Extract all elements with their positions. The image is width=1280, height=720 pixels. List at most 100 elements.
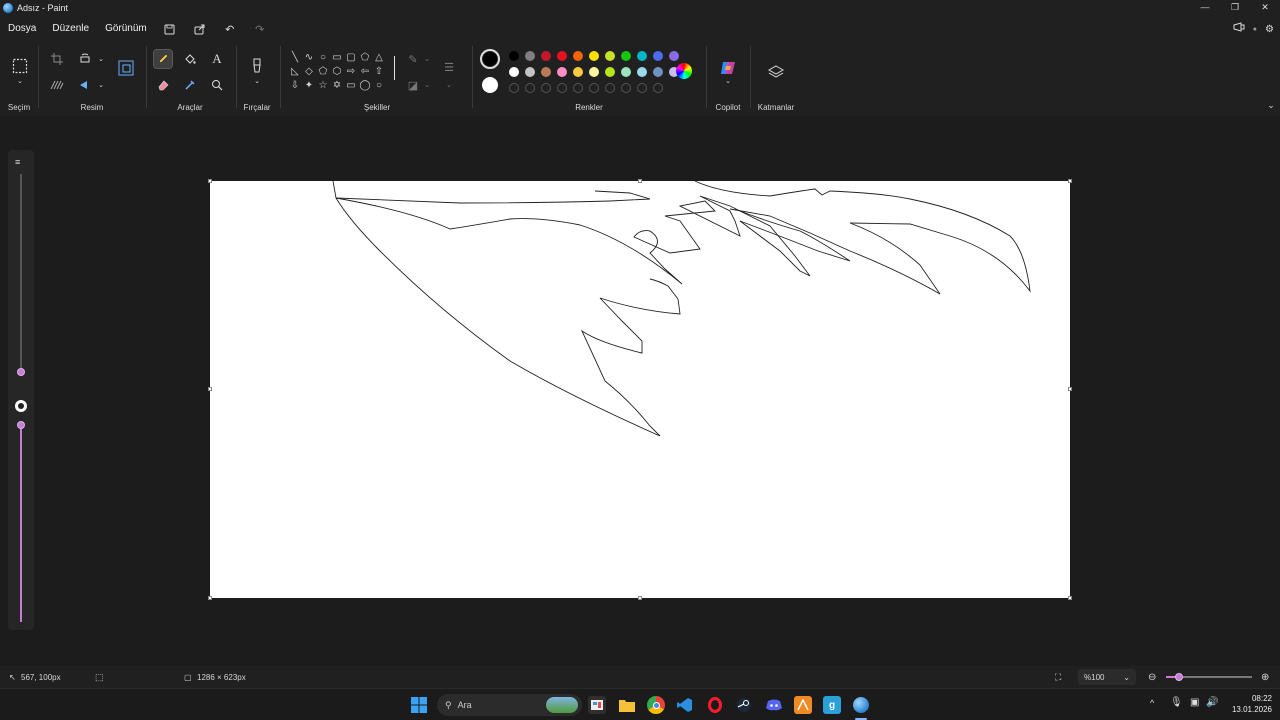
size-slider-track[interactable] xyxy=(20,174,22,372)
zoom-dropdown[interactable]: %100 ⌄ xyxy=(1078,669,1136,685)
custom-color-slot[interactable] xyxy=(653,83,663,93)
background-remove-icon[interactable] xyxy=(48,76,66,94)
diamond-shape-icon[interactable]: ◇ xyxy=(302,64,316,78)
rounded-rectangle-shape-icon[interactable]: ▢ xyxy=(344,50,358,64)
rectangle-shape-icon[interactable]: ▭ xyxy=(330,50,344,64)
resize-handle-bottom[interactable] xyxy=(638,596,642,600)
app-a-icon[interactable] xyxy=(794,696,812,714)
fit-to-window-icon[interactable]: ⛶ xyxy=(1055,672,1061,683)
zoom-slider-thumb[interactable] xyxy=(1175,673,1183,681)
custom-color-slot[interactable] xyxy=(637,83,647,93)
edit-colors-icon[interactable] xyxy=(676,63,692,79)
steam-icon[interactable] xyxy=(735,696,753,714)
size-icon[interactable]: ☰ xyxy=(440,58,458,76)
opacity-slider-track[interactable] xyxy=(20,422,22,622)
pentagon-shape-icon[interactable]: ⬠ xyxy=(316,64,330,78)
color-swatch[interactable] xyxy=(637,51,647,61)
color-swatch[interactable] xyxy=(557,51,567,61)
eraser-icon[interactable] xyxy=(154,76,172,94)
color-swatch[interactable] xyxy=(525,67,535,77)
rectangle-select-icon[interactable] xyxy=(10,56,30,76)
feedback-icon[interactable] xyxy=(1233,22,1245,36)
callout-rect-shape-icon[interactable]: ▭ xyxy=(344,78,358,92)
account-icon[interactable]: ● xyxy=(1253,26,1257,33)
volume-icon[interactable]: 🔊 xyxy=(1206,697,1218,708)
color-swatch[interactable] xyxy=(653,67,663,77)
custom-color-slot[interactable] xyxy=(541,83,551,93)
task-view-icon[interactable] xyxy=(588,696,606,714)
redo-icon[interactable]: ↷ xyxy=(245,18,275,40)
color-swatch[interactable] xyxy=(509,51,519,61)
line-shape-icon[interactable]: ╲ xyxy=(288,50,302,64)
zoom-out-icon[interactable]: ⊖ xyxy=(1148,672,1156,683)
zoom-in-icon[interactable]: ⊕ xyxy=(1261,672,1269,683)
star4-shape-icon[interactable]: ✦ xyxy=(302,78,316,92)
custom-color-slot[interactable] xyxy=(589,83,599,93)
custom-color-slot[interactable] xyxy=(509,83,519,93)
resize-icon[interactable] xyxy=(116,58,136,78)
color-swatch[interactable] xyxy=(605,51,615,61)
arrow-down-shape-icon[interactable]: ⇩ xyxy=(288,78,302,92)
custom-color-slot[interactable] xyxy=(525,83,535,93)
opacity-slider-thumb[interactable] xyxy=(17,421,25,429)
color-swatch[interactable] xyxy=(669,51,679,61)
fill-bucket-icon[interactable] xyxy=(181,50,199,68)
star5-shape-icon[interactable]: ☆ xyxy=(316,78,330,92)
resize-handle-right[interactable] xyxy=(1068,387,1072,391)
undo-icon[interactable]: ↶ xyxy=(215,18,245,40)
curve-shape-icon[interactable]: ∿ xyxy=(302,50,316,64)
color-swatch[interactable] xyxy=(541,51,551,61)
app-g-icon[interactable]: g xyxy=(823,696,841,714)
drawing-canvas[interactable] xyxy=(208,179,1072,600)
size-slider-thumb[interactable] xyxy=(17,368,25,376)
share-icon[interactable] xyxy=(185,18,215,40)
text-tool-icon[interactable]: A xyxy=(208,50,226,68)
resize-handle-top-right[interactable] xyxy=(1068,179,1072,183)
vscode-icon[interactable] xyxy=(676,696,694,714)
polygon-shape-icon[interactable]: ⬠ xyxy=(358,50,372,64)
pencil-icon[interactable] xyxy=(153,49,173,69)
color-swatch[interactable] xyxy=(573,51,583,61)
arrow-right-shape-icon[interactable]: ⇨ xyxy=(344,64,358,78)
resize-handle-bottom-right[interactable] xyxy=(1068,596,1072,600)
custom-color-slot[interactable] xyxy=(605,83,615,93)
chevron-down-icon[interactable]: ⌄ xyxy=(11,76,29,86)
color-swatch[interactable] xyxy=(589,67,599,77)
color-swatch[interactable] xyxy=(605,67,615,77)
arrow-left-shape-icon[interactable]: ⇦ xyxy=(358,64,372,78)
copilot-icon[interactable] xyxy=(718,58,738,78)
settings-gear-icon[interactable]: ⚙ xyxy=(1265,24,1274,35)
star6-shape-icon[interactable]: ✡ xyxy=(330,78,344,92)
layers-icon[interactable] xyxy=(766,62,786,82)
clock[interactable]: 08:22 13.01.2026 xyxy=(1224,693,1272,715)
color-swatch[interactable] xyxy=(573,67,583,77)
color-swatch[interactable] xyxy=(653,51,663,61)
color-swatch[interactable] xyxy=(621,67,631,77)
chevron-down-icon[interactable]: ⌄ xyxy=(248,76,266,86)
brush-icon[interactable] xyxy=(248,56,266,76)
color-swatch[interactable] xyxy=(525,51,535,61)
chevron-down-icon[interactable]: ⌄ xyxy=(440,76,458,94)
arrow-up-shape-icon[interactable]: ⇧ xyxy=(372,64,386,78)
custom-color-slot[interactable] xyxy=(621,83,631,93)
chevron-down-icon[interactable]: ⌄ xyxy=(92,50,110,68)
color-swatch[interactable] xyxy=(557,67,567,77)
crop-icon[interactable] xyxy=(48,50,66,68)
paint-taskbar-icon[interactable] xyxy=(852,696,870,714)
show-hidden-icons-chevron-icon[interactable]: ^ xyxy=(1150,698,1154,708)
file-explorer-icon[interactable] xyxy=(618,696,636,714)
resize-handle-top[interactable] xyxy=(638,179,642,183)
chevron-down-icon[interactable]: ⌄ xyxy=(719,76,737,86)
callout-cloud-shape-icon[interactable]: ○ xyxy=(372,78,386,92)
minimize-button[interactable]: — xyxy=(1190,0,1220,16)
chevron-down-icon[interactable]: ⌄ xyxy=(418,76,436,94)
collapse-ribbon-chevron-icon[interactable]: ⌄ xyxy=(1262,96,1280,114)
right-triangle-shape-icon[interactable]: ◺ xyxy=(288,64,302,78)
network-icon[interactable]: ▣ xyxy=(1190,697,1199,708)
color-picker-icon[interactable] xyxy=(181,76,199,94)
resize-handle-top-left[interactable] xyxy=(208,179,212,183)
color-swatch[interactable] xyxy=(509,67,519,77)
resize-handle-left[interactable] xyxy=(208,387,212,391)
primary-color-swatch[interactable] xyxy=(480,49,500,69)
resize-handle-bottom-left[interactable] xyxy=(208,596,212,600)
